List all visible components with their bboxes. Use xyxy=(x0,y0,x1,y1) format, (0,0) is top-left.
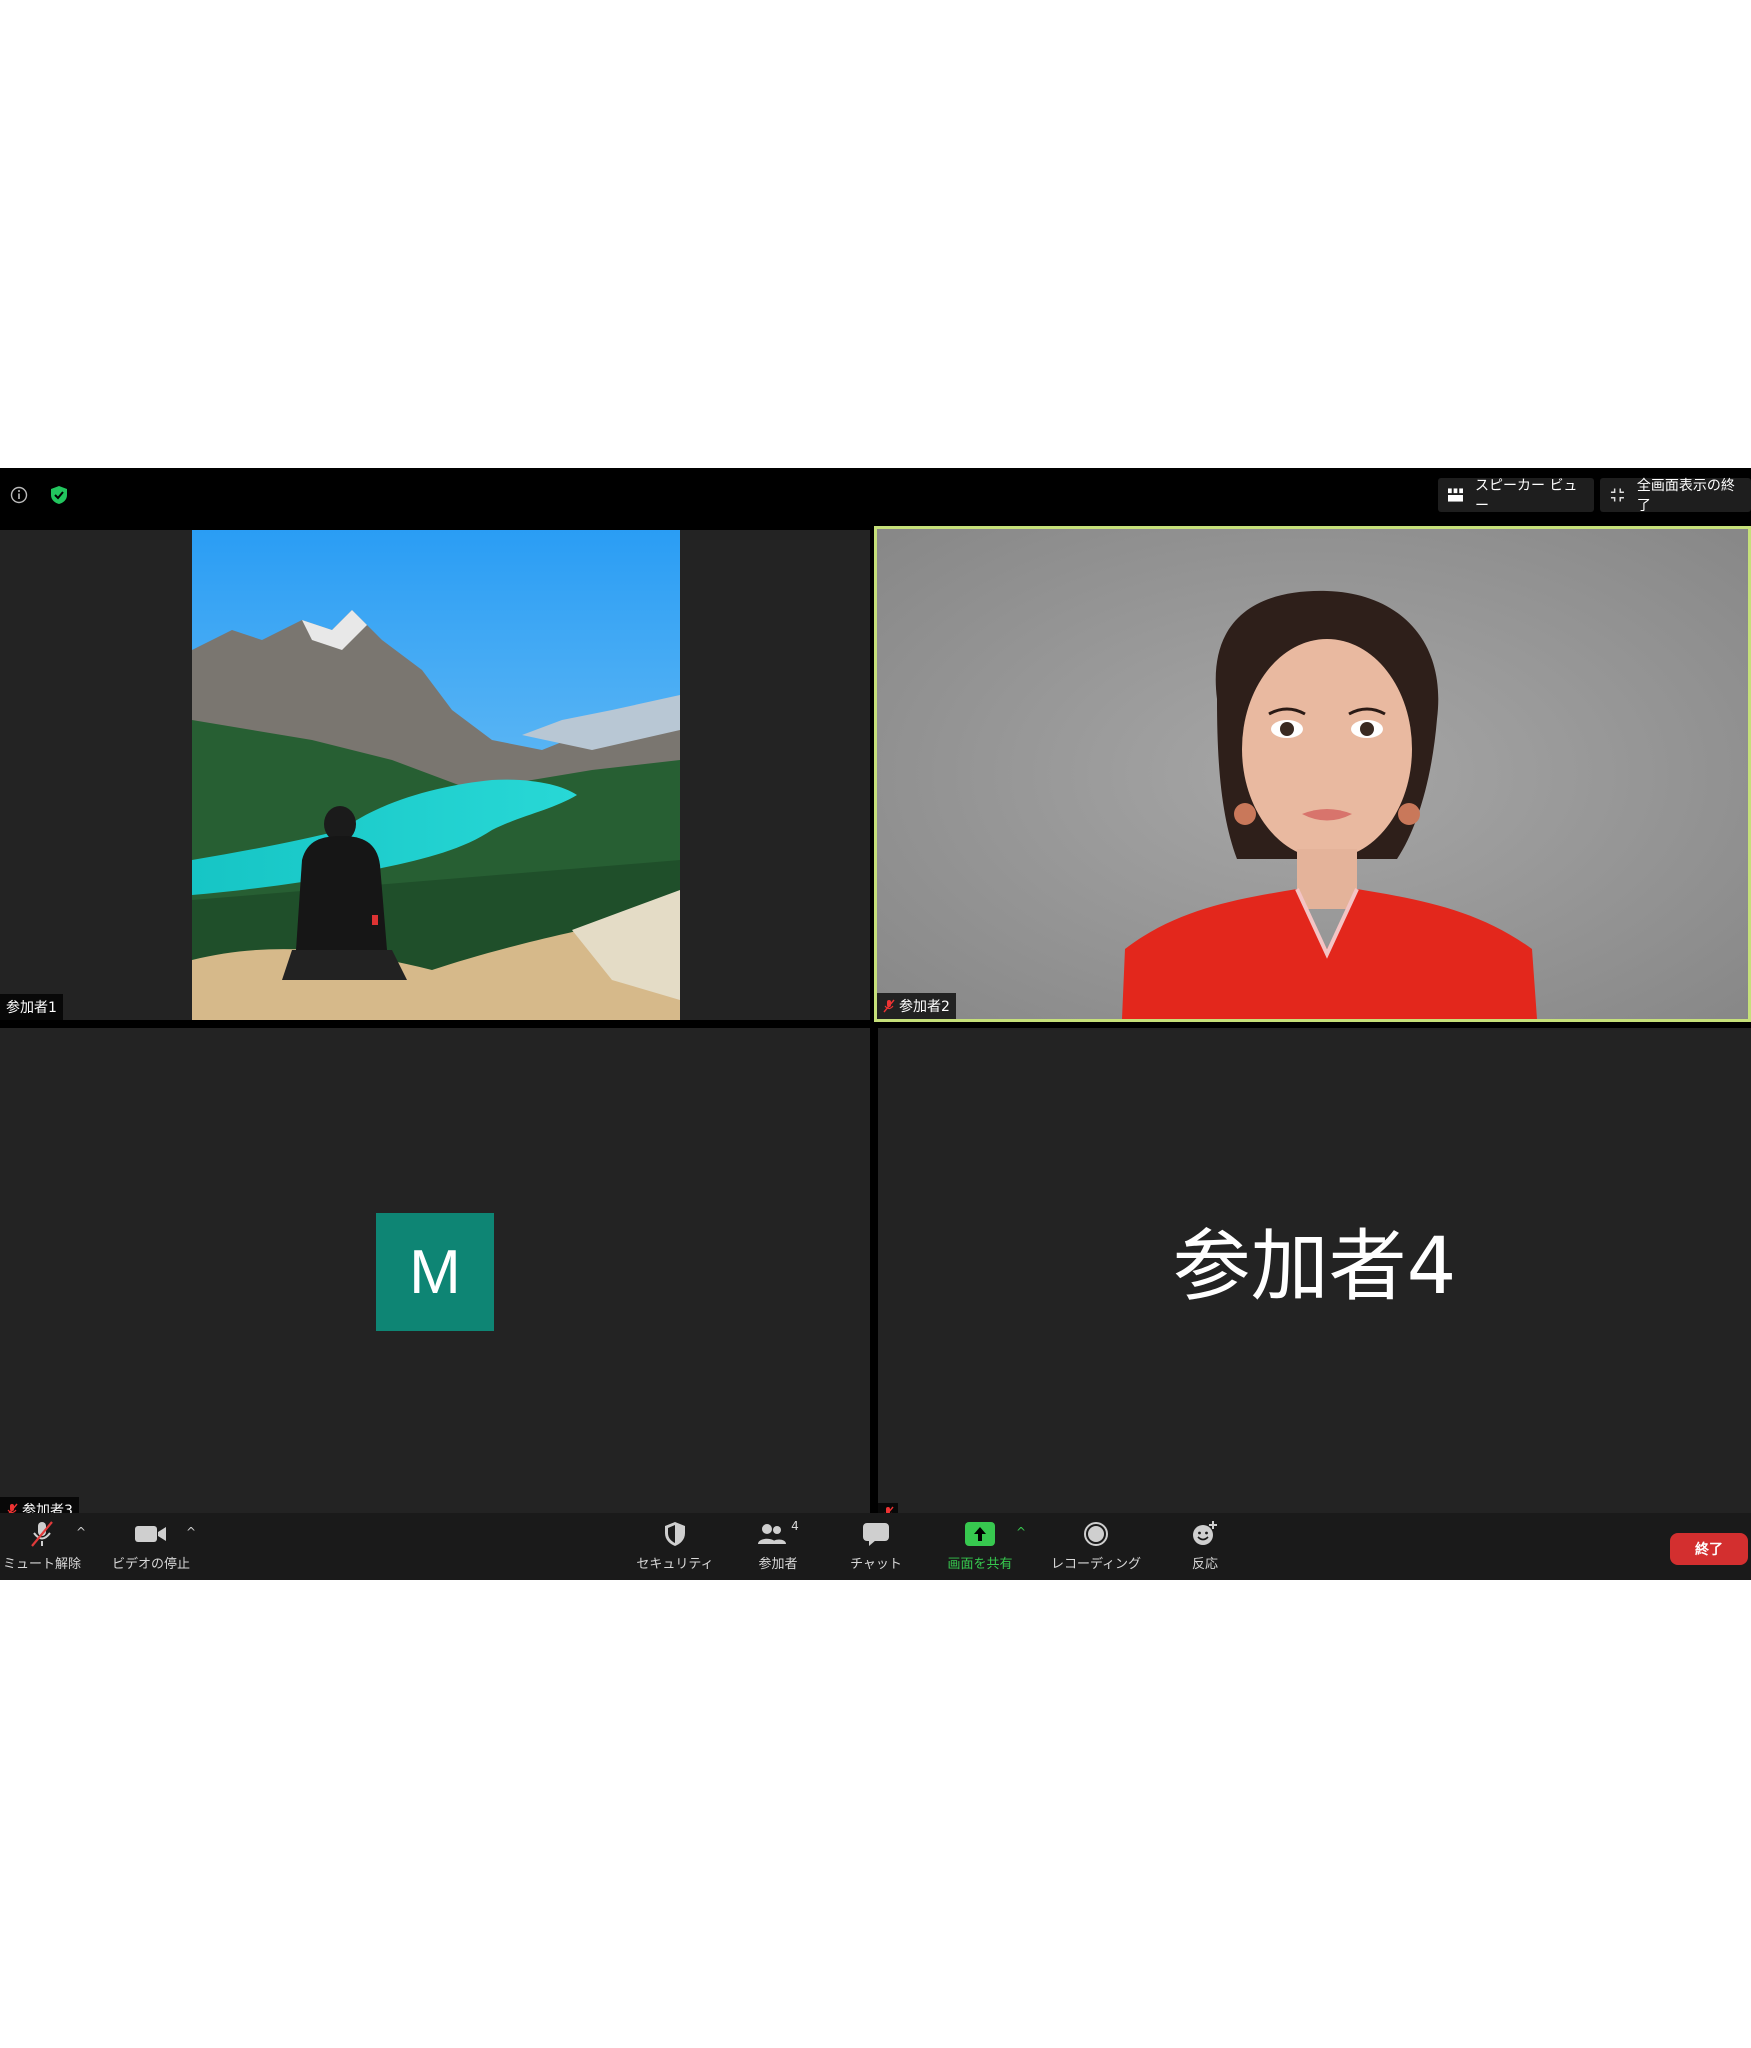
chevron-up-icon[interactable]: ^ xyxy=(76,1525,86,1539)
participants-button[interactable]: 4 参加者 xyxy=(738,1519,818,1572)
security-label: セキュリティ xyxy=(636,1557,714,1572)
avatar: M xyxy=(376,1213,494,1331)
video-tile-participant-3[interactable]: M 参加者3 xyxy=(0,1028,870,1523)
mic-muted-icon xyxy=(31,1521,53,1547)
participants-count: 4 xyxy=(791,1519,799,1533)
record-button[interactable]: レコーディング xyxy=(1046,1519,1146,1572)
speaker-view-label: スピーカー ビュー xyxy=(1474,478,1578,514)
participant-name: 参加者2 xyxy=(899,999,950,1015)
unmute-label: ミュート解除 xyxy=(2,1557,81,1572)
landscape-video-image xyxy=(192,530,680,1020)
participant-name: 参加者1 xyxy=(6,1000,57,1016)
info-icon[interactable] xyxy=(10,486,28,504)
video-camera-icon xyxy=(135,1526,166,1542)
chevron-up-icon[interactable]: ^ xyxy=(186,1525,196,1539)
stop-video-label: ビデオの停止 xyxy=(111,1557,190,1572)
reactions-button[interactable]: 反応 xyxy=(1168,1519,1242,1572)
speaker-view-button[interactable]: スピーカー ビュー xyxy=(1438,478,1594,514)
portrait-video-image xyxy=(877,529,1748,1019)
emoji-plus-icon xyxy=(1193,1521,1217,1545)
chat-label: チャット xyxy=(850,1557,902,1572)
grid-icon xyxy=(1448,488,1463,502)
exit-fullscreen-label: 全画面表示の終了 xyxy=(1636,478,1735,514)
end-meeting-button[interactable]: 終了 xyxy=(1670,1533,1748,1565)
participants-label: 参加者 xyxy=(758,1557,798,1572)
video-tile-participant-4[interactable]: 参加者4 xyxy=(878,1028,1751,1523)
collapse-icon xyxy=(1610,488,1624,502)
mic-muted-icon xyxy=(883,999,895,1013)
top-bar: スピーカー ビュー 全画面表示の終了 xyxy=(0,468,1751,528)
shield-check-icon[interactable] xyxy=(48,484,70,506)
security-button[interactable]: セキュリティ xyxy=(630,1519,720,1572)
unmute-button[interactable]: ミュート解除 xyxy=(0,1519,84,1572)
participant-name-label: 参加者1 xyxy=(0,994,63,1020)
chat-button[interactable]: チャット xyxy=(836,1519,916,1572)
shield-icon xyxy=(665,1522,685,1546)
record-label: レコーディング xyxy=(1050,1557,1142,1572)
participant-name-large: 参加者4 xyxy=(1172,1222,1457,1312)
chat-bubble-icon xyxy=(863,1523,889,1546)
people-icon xyxy=(758,1524,787,1544)
video-tile-participant-2[interactable]: 参加者2 xyxy=(874,526,1751,1022)
video-tile-participant-1[interactable]: 参加者1 xyxy=(0,530,870,1020)
reactions-label: 反応 xyxy=(1191,1557,1218,1572)
meeting-window: スピーカー ビュー 全画面表示の終了 参加者1 参加者2 M 参加者3 参加者4… xyxy=(0,468,1751,1580)
exit-fullscreen-button[interactable]: 全画面表示の終了 xyxy=(1600,478,1751,514)
participant-name-label: 参加者2 xyxy=(877,993,956,1019)
stop-video-button[interactable]: ビデオの停止 xyxy=(108,1519,194,1572)
share-screen-label: 画面を共有 xyxy=(947,1557,1013,1572)
share-screen-icon xyxy=(965,1522,995,1546)
share-screen-button[interactable]: 画面を共有 xyxy=(940,1519,1020,1572)
record-icon xyxy=(1084,1522,1108,1546)
meeting-toolbar: ミュート解除 ^ ビデオの停止 ^ セキュリティ 4 参加者 チャット 画面を共… xyxy=(0,1513,1751,1580)
chevron-up-icon[interactable]: ^ xyxy=(1016,1525,1026,1539)
